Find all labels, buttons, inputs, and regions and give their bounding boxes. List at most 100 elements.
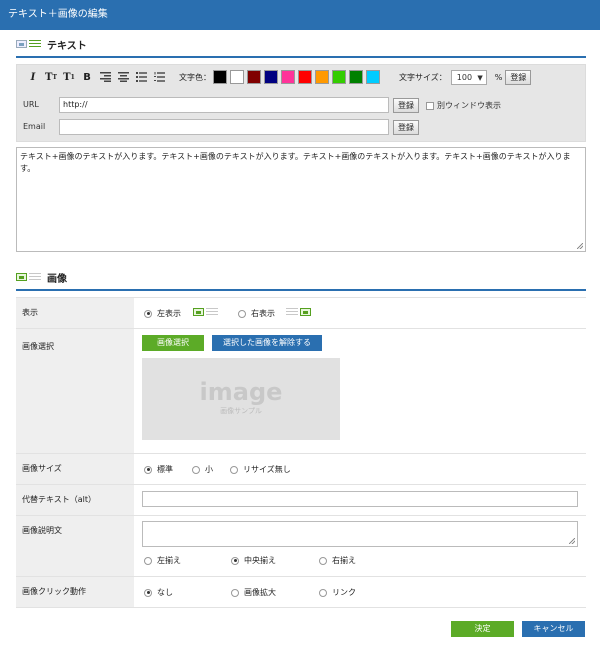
align-left-label: 左揃え [157,556,181,565]
superscript-glyph: T [45,71,53,83]
clear-image-button[interactable]: 選択した画像を解除する [212,335,322,351]
align-center-icon[interactable] [115,69,131,85]
align-center-radio[interactable]: 中央揃え [231,555,276,566]
size-standard-radio[interactable]: 標準 [144,464,173,475]
color-swatch-2[interactable] [247,70,261,84]
numbered-list-icon[interactable] [151,69,167,85]
image-right-icon [286,308,311,317]
text-section-icon [16,39,41,49]
body-text: テキスト+画像のテキストが入ります。テキスト+画像のテキストが入ります。テキスト… [20,152,571,173]
font-size-unit: % [494,72,503,82]
align-right-label: 右揃え [332,556,356,565]
resize-handle-icon[interactable] [569,538,575,544]
text-section-header: テキスト [16,32,586,58]
color-swatch-9[interactable] [366,70,380,84]
click-none-radio[interactable]: なし [144,587,173,598]
new-window-checkbox[interactable] [426,101,434,110]
font-size-select[interactable]: 100 ▼ [450,69,487,85]
color-swatch-6[interactable] [315,70,329,84]
radio-dot [319,556,327,565]
new-window-label: 別ウィンドウ表示 [437,101,501,110]
color-swatch-3[interactable] [264,70,278,84]
click-action-label: 画像クリック動作 [16,577,134,607]
radio-dot [238,309,246,318]
font-size-value: 100 [456,72,473,82]
radio-dot [144,465,152,474]
body-text-area[interactable]: テキスト+画像のテキストが入ります。テキスト+画像のテキストが入ります。テキスト… [16,147,586,252]
new-window-option[interactable]: 別ウィンドウ表示 [426,100,501,111]
subscript-button[interactable]: T1 [61,69,77,85]
click-none-label: なし [157,588,173,597]
display-right-label: 右表示 [251,309,275,318]
size-none-label: リサイズ無し [243,465,291,474]
image-size-row: 画像サイズ 標準 小 リサイズ無し [16,453,586,484]
italic-button[interactable]: I [25,69,41,85]
text-color-label: 文字色： [179,72,211,82]
text-toolbar: I TT T1 B 文字色： 文字サイズ： 100 ▼ % 登録 URL htt… [16,64,586,142]
select-image-button[interactable]: 画像選択 [142,335,204,351]
image-section-header: 画像 [16,265,586,291]
bold-button[interactable]: B [79,69,95,85]
font-size-label: 文字サイズ： [399,72,447,82]
window-title-bar: テキスト＋画像の編集 [0,0,600,30]
subscript-glyph: T [63,71,71,83]
display-row: 表示 左表示 右表示 [16,297,586,328]
image-left-icon [193,308,218,317]
display-left-label: 左表示 [157,309,181,318]
click-zoom-label: 画像拡大 [244,588,276,597]
size-small-label: 小 [205,465,213,474]
display-left-radio[interactable]: 左表示 [144,308,181,319]
color-swatch-0[interactable] [213,70,227,84]
radio-dot [231,556,239,565]
caption-textarea[interactable] [142,521,578,547]
color-swatch-1[interactable] [230,70,244,84]
url-value: http:// [63,100,88,109]
font-size-register-button[interactable]: 登録 [505,69,532,85]
radio-dot [192,465,200,474]
click-zoom-radio[interactable]: 画像拡大 [231,587,276,598]
text-section-title: テキスト [47,40,87,52]
image-select-label: 画像選択 [16,329,134,453]
align-right-radio[interactable]: 右揃え [319,555,356,566]
url-input[interactable]: http:// [59,97,389,113]
size-small-radio[interactable]: 小 [192,464,213,475]
radio-dot [319,588,327,597]
display-right-radio[interactable]: 右表示 [238,308,275,319]
email-label: Email [23,122,46,131]
alt-text-input[interactable] [142,491,578,507]
image-section-title: 画像 [47,273,67,285]
click-link-radio[interactable]: リンク [319,587,356,598]
resize-handle-icon[interactable] [577,243,583,249]
url-label: URL [23,100,39,109]
window-title: テキスト＋画像の編集 [8,9,108,20]
align-right-icon[interactable] [97,69,113,85]
email-register-button[interactable]: 登録 [393,120,419,135]
radio-dot [144,588,152,597]
image-section-icon [16,272,41,282]
display-label: 表示 [16,298,134,328]
color-swatch-8[interactable] [349,70,363,84]
color-swatch-7[interactable] [332,70,346,84]
click-action-row: 画像クリック動作 なし 画像拡大 リンク [16,576,586,607]
email-input[interactable] [59,119,389,135]
superscript-button[interactable]: TT [43,69,59,85]
format-row: I TT T1 B 文字色： 文字サイズ： 100 ▼ % 登録 [25,69,532,85]
bullet-list-icon[interactable] [133,69,149,85]
align-center-label: 中央揃え [244,556,276,565]
radio-dot [230,465,238,474]
alt-text-label: 代替テキスト（alt） [16,485,134,515]
divider [16,607,586,608]
color-swatch-5[interactable] [298,70,312,84]
radio-dot [144,556,152,565]
image-placeholder-text: image [199,378,283,406]
ok-button[interactable]: 決定 [451,621,514,637]
click-link-label: リンク [332,588,356,597]
size-none-radio[interactable]: リサイズ無し [230,464,291,475]
cancel-button[interactable]: キャンセル [522,621,585,637]
url-register-button[interactable]: 登録 [393,98,419,113]
align-left-radio[interactable]: 左揃え [144,555,181,566]
image-size-label: 画像サイズ [16,454,134,484]
size-standard-label: 標準 [157,465,173,474]
radio-dot [231,588,239,597]
color-swatch-4[interactable] [281,70,295,84]
